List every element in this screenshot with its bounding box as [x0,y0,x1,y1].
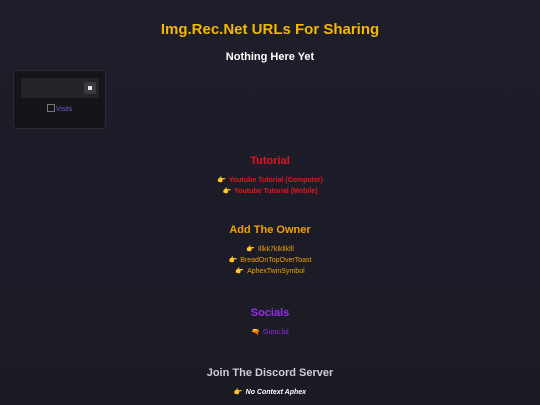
list-item: 👉 Illkk7klkllklll [0,244,540,255]
visits-widget: Visits [13,70,106,129]
pointing-hand-icon: 👉 [246,246,255,253]
list-item: 👉 AphexTwinSymbol [0,266,540,277]
pointing-hand-icon: 👉 [235,268,245,275]
socials-heading: Socials [250,307,290,319]
list-item: 👉 Youtube Tutorial (Mobile) [0,186,540,197]
pointing-hand-icon: 👉 [222,188,232,195]
visits-image: Visits [14,104,105,113]
stop-icon [88,86,92,90]
tutorial-section: Tutorial 👉 Youtube Tutorial (Computer) 👉 Y… [0,155,540,197]
youtube-tutorial-mobile-link[interactable]: Youtube Tutorial (Mobile) [234,188,317,195]
socials-section: Socials 🔫 Guns.lol [0,307,540,338]
stop-button[interactable] [84,82,96,94]
tutorial-heading: Tutorial [250,155,290,167]
owner-link-3[interactable]: AphexTwinSymbol [247,268,305,275]
page-subtitle: Nothing Here Yet [225,51,315,63]
discord-server-link[interactable]: No Context Aphex [246,389,306,396]
page-title: Img.Rec.Net URLs For Sharing [160,21,380,38]
youtube-tutorial-computer-link[interactable]: Youtube Tutorial (Computer) [229,177,323,184]
owner-link-1[interactable]: Illkk7klkllklll [258,246,294,253]
discord-section: Join The Discord Server 👉 No Context Aphe… [0,367,540,398]
list-item: 👉 Youtube Tutorial (Computer) [0,175,540,186]
list-item: 👉 BreadOnTopOverToast [0,255,540,266]
owner-heading: Add The Owner [229,224,311,236]
widget-bar [21,78,99,98]
pointing-hand-icon: 👉 [217,177,226,184]
list-item: 👉 No Context Aphex [0,387,540,398]
pointing-hand-icon: 👉 [233,389,243,396]
list-item: 🔫 Guns.lol [0,327,540,338]
gun-icon: 🔫 [251,329,261,336]
guns-lol-link[interactable]: Guns.lol [263,329,289,336]
discord-heading: Join The Discord Server [206,367,334,379]
pointing-hand-icon: 👉 [228,257,238,264]
owner-section: Add The Owner 👉 Illkk7klkllklll 👉 BreadOnT… [0,224,540,277]
owner-link-2[interactable]: BreadOnTopOverToast [240,257,311,264]
